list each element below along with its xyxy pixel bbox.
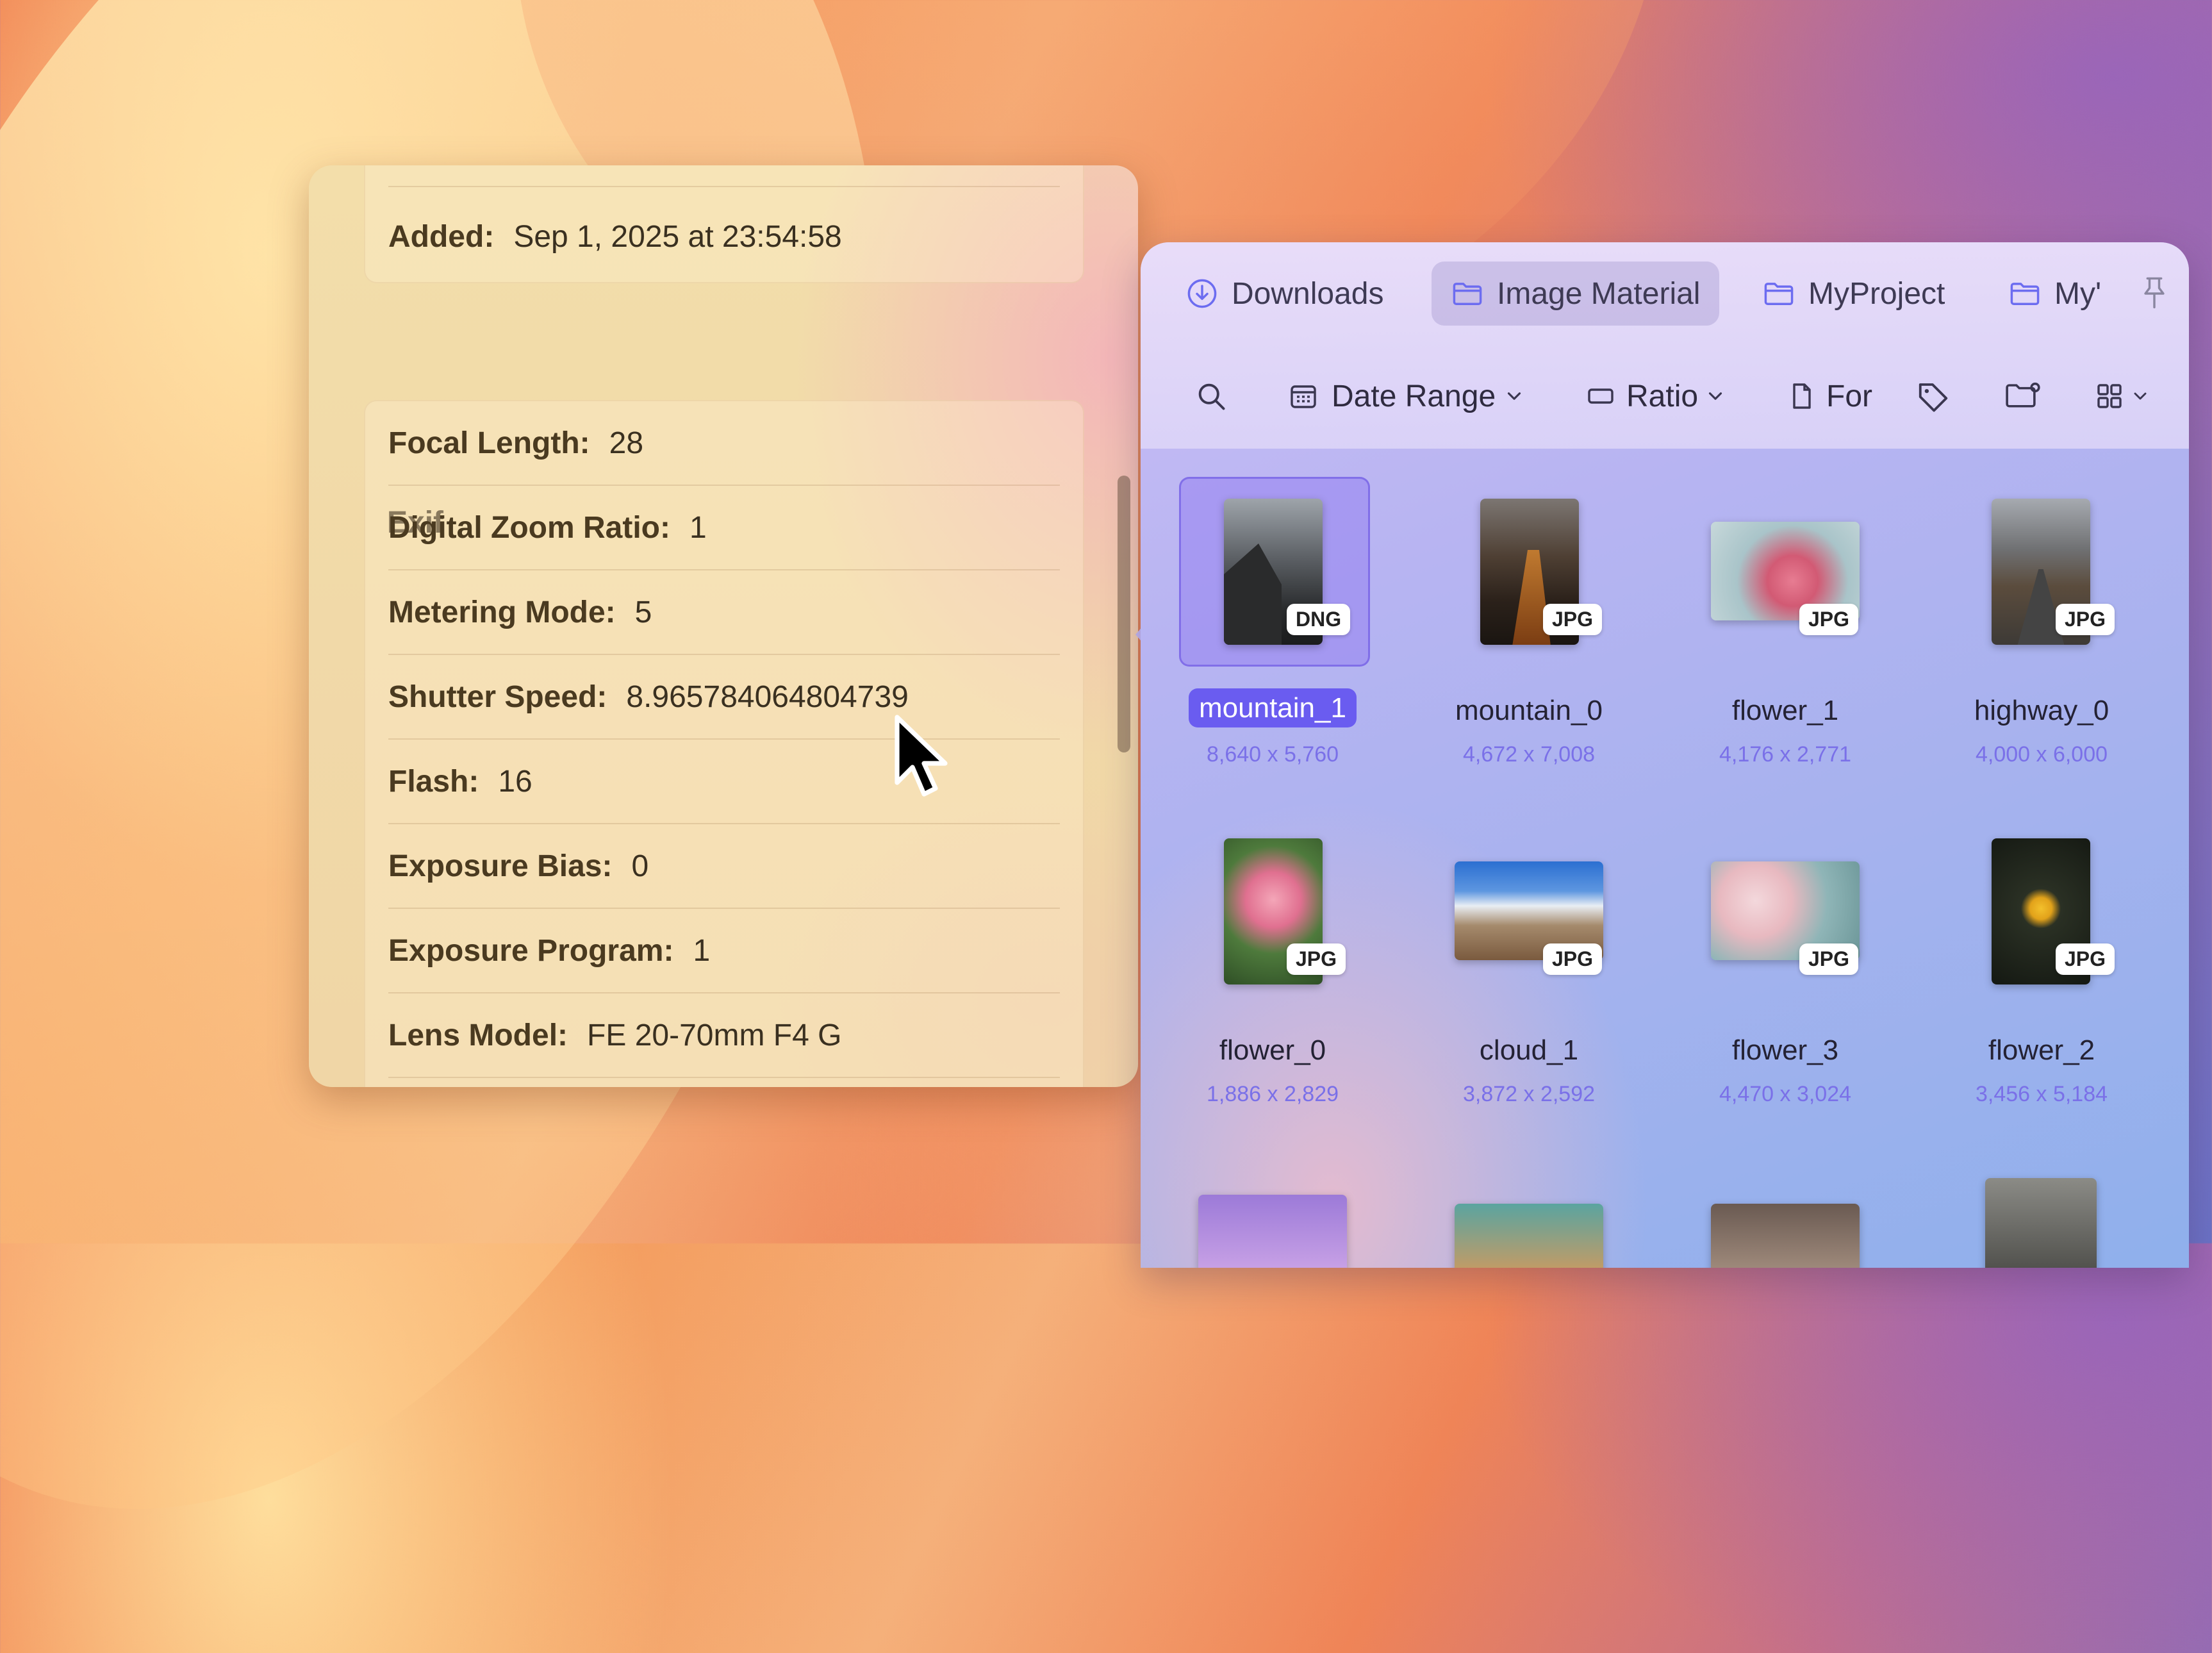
thumbnail-partial[interactable] (1198, 1195, 1347, 1268)
exif-value: 1 (693, 933, 711, 968)
grid-view-icon (2097, 384, 2122, 408)
exif-value: 0 (631, 849, 649, 883)
exif-label: Lens Model: (388, 1018, 568, 1052)
pin-icon[interactable] (2138, 274, 2171, 313)
folder-gear-icon (2006, 382, 2040, 408)
file-name: highway_0 (1974, 695, 2109, 726)
file-dimensions: 3,872 x 2,592 (1462, 1082, 1596, 1106)
added-card: Added: Sep 1, 2025 at 23:54:58 (364, 165, 1084, 283)
format-badge: JPG (2056, 943, 2115, 975)
exif-row: Digital Zoom Ratio: 1 (388, 486, 1060, 569)
tab-label: Image Material (1497, 276, 1701, 311)
info-panel-scrollbar[interactable] (1118, 476, 1130, 752)
folder-settings-button[interactable] (2003, 370, 2044, 422)
format-badge: DNG (1287, 604, 1351, 635)
file-name: cloud_1 (1479, 1034, 1579, 1066)
format-badge: JPG (1799, 604, 1859, 635)
file-name: flower_0 (1219, 1034, 1326, 1066)
tab-label: Downloads (1232, 276, 1384, 311)
mouse-cursor-icon (895, 715, 948, 797)
divider (388, 186, 1060, 187)
exif-label: Digital Zoom Ratio: (388, 510, 670, 545)
format-label: For (1826, 379, 1872, 413)
exif-label: Flash: (388, 764, 479, 799)
document-icon (1793, 383, 1811, 409)
divider (388, 1077, 1060, 1078)
thumbnail-partial[interactable] (1455, 1204, 1603, 1268)
ratio-filter[interactable]: Ratio (1585, 370, 1726, 422)
exif-label: Shutter Speed: (388, 679, 607, 714)
chevron-down-icon (2134, 392, 2147, 400)
browser-toolbar: Downloads Image Material MyProject My' D… (1141, 242, 2189, 449)
ratio-label: Ratio (1626, 379, 1699, 413)
file-dimensions: 1,886 x 2,829 (1206, 1082, 1339, 1106)
tab-label: My' (2054, 276, 2102, 311)
file-dimensions: 4,176 x 2,771 (1719, 742, 1852, 767)
format-badge: JPG (1543, 943, 1603, 975)
added-label: Added: (388, 219, 495, 254)
file-name: flower_2 (1988, 1034, 2095, 1066)
chevron-down-icon (1508, 392, 1521, 400)
tab-myproject[interactable]: MyProject (1743, 262, 1964, 326)
exif-value: 28 (609, 426, 644, 460)
exif-value: FE 20-70mm F4 G (587, 1018, 842, 1052)
folder-icon (2010, 283, 2040, 305)
file-dimensions: 3,456 x 5,184 (1975, 1082, 2108, 1106)
exif-value: 8.965784064804739 (626, 679, 909, 714)
tag-button[interactable] (1916, 370, 1951, 422)
exif-row: Flash: 16 (388, 740, 1060, 823)
added-row: Added: Sep 1, 2025 at 23:54:58 (388, 195, 1060, 278)
exif-row: Metering Mode: 5 (388, 570, 1060, 654)
file-name: flower_1 (1731, 695, 1839, 726)
exif-row: Exposure Program: 1 (388, 909, 1060, 992)
thumbnail-partial[interactable] (1711, 1204, 1860, 1268)
exif-row: Shutter Speed: 8.965784064804739 (388, 655, 1060, 738)
added-value: Sep 1, 2025 at 23:54:58 (513, 219, 842, 254)
exif-value: 16 (498, 764, 532, 799)
ratio-icon (1588, 388, 1614, 404)
exif-card: Focal Length: 28 Digital Zoom Ratio: 1 M… (364, 400, 1084, 1087)
tab-my[interactable]: My' (1989, 262, 2120, 326)
tab-label: MyProject (1808, 276, 1945, 311)
format-badge: JPG (2056, 604, 2115, 635)
file-name: mountain_0 (1455, 695, 1603, 726)
format-badge: JPG (1799, 943, 1859, 975)
exif-row: Focal Length: 28 (388, 401, 1060, 485)
file-browser-window: Downloads Image Material MyProject My' D… (1141, 242, 2189, 1268)
exif-label: Metering Mode: (388, 595, 616, 629)
folder-icon (1764, 283, 1794, 305)
file-dimensions: 4,470 x 3,024 (1719, 1082, 1852, 1106)
file-dimensions: 4,672 x 7,008 (1462, 742, 1596, 767)
search-button[interactable] (1194, 370, 1228, 422)
info-panel[interactable]: Added: Sep 1, 2025 at 23:54:58 Exif Foca… (309, 165, 1138, 1087)
download-icon (1187, 279, 1217, 308)
chevron-down-icon (1709, 392, 1722, 400)
tab-image-material[interactable]: Image Material (1432, 262, 1720, 326)
format-badge: JPG (1543, 604, 1603, 635)
date-range-label: Date Range (1332, 379, 1496, 413)
exif-label: Focal Length: (388, 426, 590, 460)
folder-icon (1453, 283, 1482, 305)
tab-downloads[interactable]: Downloads (1166, 262, 1403, 326)
file-dimensions: 8,640 x 5,760 (1206, 742, 1339, 767)
exif-label: Exposure Program: (388, 933, 674, 968)
search-icon (1198, 383, 1225, 410)
exif-row: Lens Model: FE 20-70mm F4 G (388, 993, 1060, 1077)
tag-icon (1919, 383, 1948, 412)
date-range-filter[interactable]: Date Range (1288, 370, 1525, 422)
calendar-icon (1291, 385, 1316, 408)
thumbnail-partial[interactable] (1985, 1178, 2097, 1268)
file-dimensions: 4,000 x 6,000 (1975, 742, 2108, 767)
exif-value: 5 (634, 595, 652, 629)
exif-label: Exposure Bias: (388, 849, 613, 883)
format-filter[interactable]: For (1787, 370, 1872, 422)
exif-row: Exposure Bias: 0 (388, 824, 1060, 908)
exif-value: 1 (689, 510, 707, 545)
file-name: flower_3 (1731, 1034, 1839, 1066)
file-name: mountain_1 (1151, 688, 1394, 727)
view-mode-button[interactable] (2094, 370, 2150, 422)
format-badge: JPG (1287, 943, 1346, 975)
